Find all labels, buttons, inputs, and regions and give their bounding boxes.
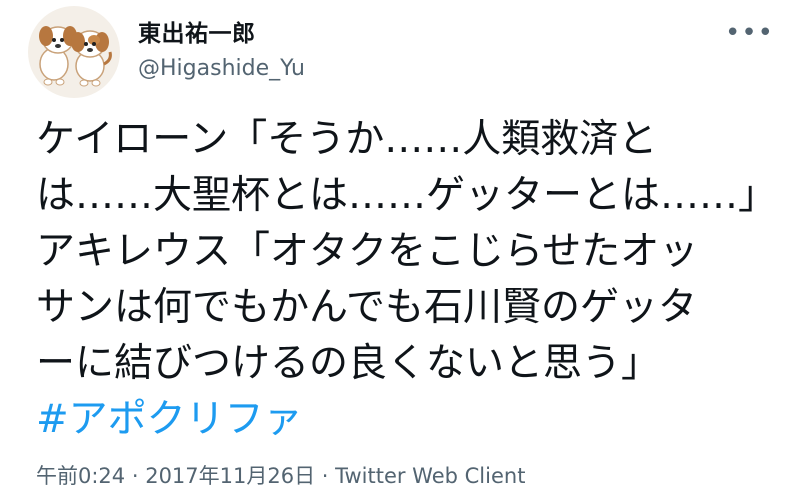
meta-separator: · bbox=[125, 464, 146, 488]
user-handle[interactable]: @Higashide_Yu bbox=[138, 56, 305, 81]
tweet-line: ーに結びつけるの良くないと思う」 bbox=[36, 341, 661, 386]
meta-separator: · bbox=[315, 464, 336, 488]
avatar[interactable] bbox=[28, 6, 120, 98]
tweet-line: は……大聖杯とは……ゲッターとは……」 bbox=[36, 173, 778, 218]
tweet-source[interactable]: Twitter Web Client bbox=[335, 464, 525, 488]
tweet-meta: 午前0:24 · 2017年11月26日 · Twitter Web Clien… bbox=[36, 460, 525, 490]
tweet-line: ケイローン「そうか……人類救済と bbox=[36, 117, 658, 162]
more-options-icon[interactable]: ••• bbox=[725, 20, 774, 46]
display-name[interactable]: 東出祐一郎 bbox=[138, 14, 256, 48]
tweet-text: ケイローン「そうか……人類救済とは……大聖杯とは……ゲッターとは……」 アキレウス… bbox=[36, 112, 778, 448]
tweet-date[interactable]: 2017年11月26日 bbox=[145, 464, 315, 488]
tweet-line: アキレウス「オタクをこじらせたオッ bbox=[36, 229, 699, 274]
tweet-line: サンは何でもかんでも石川賢のゲッタ bbox=[36, 285, 698, 330]
dog-avatar-icon bbox=[39, 26, 112, 87]
hashtag-link[interactable]: #アポクリファ bbox=[36, 392, 776, 448]
tweet-time[interactable]: 午前0:24 bbox=[36, 464, 125, 488]
